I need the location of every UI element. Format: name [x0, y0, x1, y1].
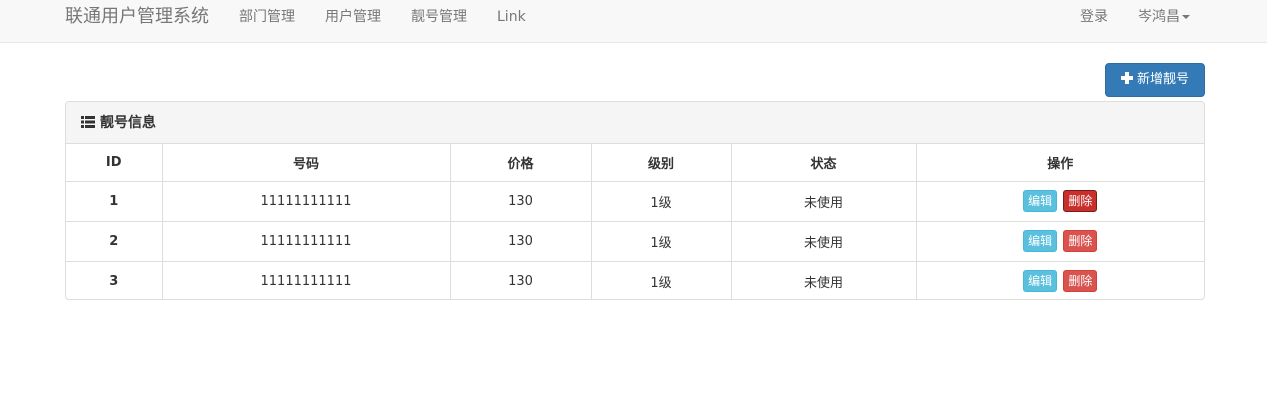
brand[interactable]: 联通用户管理系统: [65, 5, 209, 29]
list-icon: [81, 116, 95, 128]
table-header-row: ID 号码 价格 级别 状态 操作: [66, 144, 1204, 182]
cell-status: 未使用: [731, 221, 917, 262]
cell-id: 1: [66, 181, 163, 222]
table-row: 1 11111111111 130 1级 未使用 编辑 删除: [66, 181, 1204, 222]
table-row: 2 11111111111 130 1级 未使用 编辑 删除: [66, 221, 1204, 262]
panel-heading: 靓号信息: [66, 102, 1204, 144]
delete-button[interactable]: 删除: [1063, 190, 1098, 212]
user-name: 岑鸿昌: [1138, 9, 1180, 25]
cell-price: 130: [450, 181, 592, 222]
cell-mobile: 11111111111: [162, 221, 451, 262]
cell-actions: 编辑 删除: [916, 221, 1204, 262]
user-menu[interactable]: 岑鸿昌: [1138, 7, 1190, 27]
panel-title: 靓号信息: [100, 115, 156, 131]
col-header-price: 价格: [450, 144, 592, 182]
add-number-button[interactable]: 新增靓号: [1105, 63, 1205, 97]
nav-link-users[interactable]: 用户管理: [325, 7, 381, 27]
col-header-status: 状态: [731, 144, 917, 182]
top-navbar: 联通用户管理系统 部门管理 用户管理 靓号管理 Link 登录 岑鸿昌: [0, 0, 1267, 43]
caret-down-icon: [1182, 15, 1190, 19]
cell-mobile: 11111111111: [162, 261, 451, 299]
numbers-panel: 靓号信息 ID 号码 价格 级别 状态 操作 1 11111111111 130…: [65, 101, 1205, 300]
cell-id: 3: [66, 261, 163, 299]
login-link[interactable]: 登录: [1080, 7, 1108, 27]
nav-link-pretty-numbers[interactable]: 靓号管理: [411, 7, 467, 27]
edit-button[interactable]: 编辑: [1023, 230, 1058, 252]
add-number-label: 新增靓号: [1136, 72, 1189, 87]
cell-level: 1级: [591, 221, 732, 262]
col-header-mobile: 号码: [162, 144, 451, 182]
cell-mobile: 11111111111: [162, 181, 451, 222]
plus-icon: [1120, 72, 1133, 84]
cell-status: 未使用: [731, 261, 917, 299]
cell-price: 130: [450, 261, 592, 299]
cell-level: 1级: [591, 181, 732, 222]
cell-actions: 编辑 删除: [916, 261, 1204, 299]
cell-level: 1级: [591, 261, 732, 299]
delete-button[interactable]: 删除: [1063, 270, 1098, 293]
delete-button[interactable]: 删除: [1063, 230, 1098, 252]
numbers-table: ID 号码 价格 级别 状态 操作 1 11111111111 130 1级 未…: [66, 144, 1204, 299]
cell-price: 130: [450, 221, 592, 262]
cell-actions: 编辑 删除: [916, 181, 1204, 222]
col-header-id: ID: [66, 144, 163, 182]
nav-link-departments[interactable]: 部门管理: [239, 7, 295, 27]
nav-link-link[interactable]: Link: [497, 7, 526, 27]
cell-status: 未使用: [731, 181, 917, 222]
edit-button[interactable]: 编辑: [1023, 190, 1058, 212]
col-header-level: 级别: [591, 144, 732, 182]
cell-id: 2: [66, 221, 163, 262]
edit-button[interactable]: 编辑: [1023, 270, 1058, 293]
col-header-actions: 操作: [916, 144, 1204, 182]
table-row: 3 11111111111 130 1级 未使用 编辑 删除: [66, 261, 1204, 299]
